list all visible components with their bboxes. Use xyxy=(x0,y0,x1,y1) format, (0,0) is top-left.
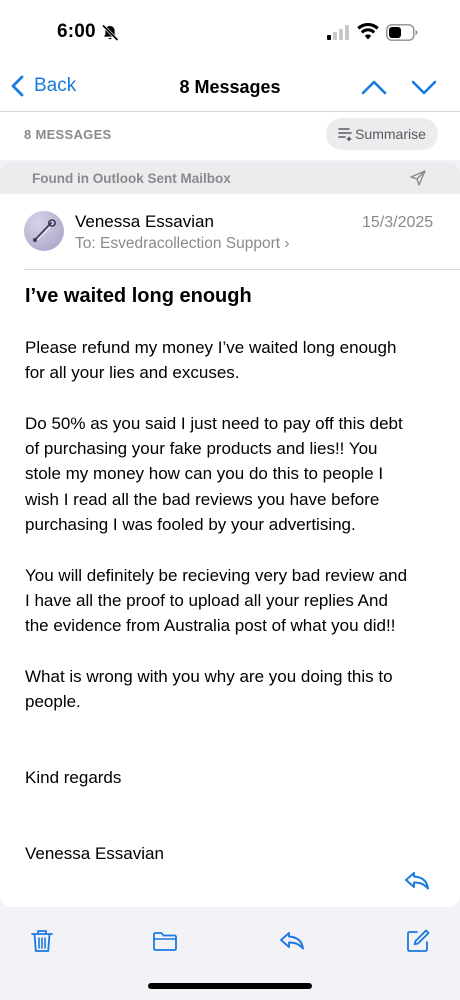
recipient-line[interactable]: To: Esvedracollection Support › xyxy=(75,235,290,253)
chevron-up-icon[interactable] xyxy=(360,75,388,99)
summarise-button[interactable]: Summarise xyxy=(326,118,438,150)
compose-icon[interactable] xyxy=(405,928,431,954)
status-time: 6:00 xyxy=(57,21,96,42)
nav-bar: Back 8 Messages xyxy=(0,60,460,112)
to-prefix: To: xyxy=(75,235,96,252)
wifi-icon xyxy=(357,23,379,40)
nav-title: 8 Messages xyxy=(179,77,281,97)
message-card: Found in Outlook Sent Mailbox Venessa Es… xyxy=(0,162,460,907)
trash-icon[interactable] xyxy=(29,928,55,954)
body-line: What is wrong with you why are you doing… xyxy=(25,666,393,686)
paper-plane-icon xyxy=(410,170,426,186)
body-line: Please refund my money I’ve waited long … xyxy=(25,338,397,357)
reply-icon[interactable] xyxy=(279,928,305,954)
thread-subheader: 8 MESSAGES Summarise xyxy=(0,112,460,160)
chevron-down-icon[interactable] xyxy=(410,75,438,99)
body-line: people. xyxy=(25,692,81,712)
body-line: for all your lies and excuses. xyxy=(25,363,240,383)
body-line: I have all the proof to upload all your … xyxy=(25,590,388,610)
chevron-right-icon: › xyxy=(284,235,290,252)
bell-slash-icon xyxy=(101,24,119,42)
mailbox-banner-text: Found in Outlook Sent Mailbox xyxy=(32,171,231,186)
body-line: of purchasing your fake products and lie… xyxy=(25,439,378,459)
status-bar: 6:00 xyxy=(0,0,460,60)
reply-icon[interactable] xyxy=(403,869,431,893)
recipient-name: Esvedracollection Support xyxy=(100,235,281,252)
body-line: Do 50% as you said I just need to pay of… xyxy=(25,413,403,433)
safety-pin-icon xyxy=(33,219,56,242)
message-date: 15/3/2025 xyxy=(362,214,434,231)
cellular-signal-icon xyxy=(327,25,349,40)
avatar[interactable] xyxy=(24,211,64,251)
body-line: stole my money how can you do this to pe… xyxy=(25,464,384,484)
body-line: You will definitely be recieving very ba… xyxy=(25,565,408,585)
closing-line: Kind regards xyxy=(25,768,122,788)
message-subject: I’ve waited long enough xyxy=(25,285,252,307)
message-count: 8 MESSAGES xyxy=(24,127,112,142)
summarise-label: Summarise xyxy=(355,126,426,142)
home-indicator[interactable] xyxy=(148,983,312,989)
header-divider xyxy=(24,269,460,270)
folder-icon[interactable] xyxy=(152,928,178,954)
body-line: wish I read all the bad reviews you have… xyxy=(25,489,380,509)
message-body: Please refund my money I’ve waited long … xyxy=(25,335,440,866)
body-line: purchasing I was fooled by your advertis… xyxy=(25,515,356,535)
sender-name: Venessa Essavian xyxy=(75,212,214,231)
body-line: the evidence from Australia post of what… xyxy=(25,616,396,636)
mailbox-banner: Found in Outlook Sent Mailbox xyxy=(0,162,460,194)
signature-line: Venessa Essavian xyxy=(25,843,164,863)
battery-icon xyxy=(386,24,418,41)
summary-lines-icon xyxy=(338,128,353,141)
